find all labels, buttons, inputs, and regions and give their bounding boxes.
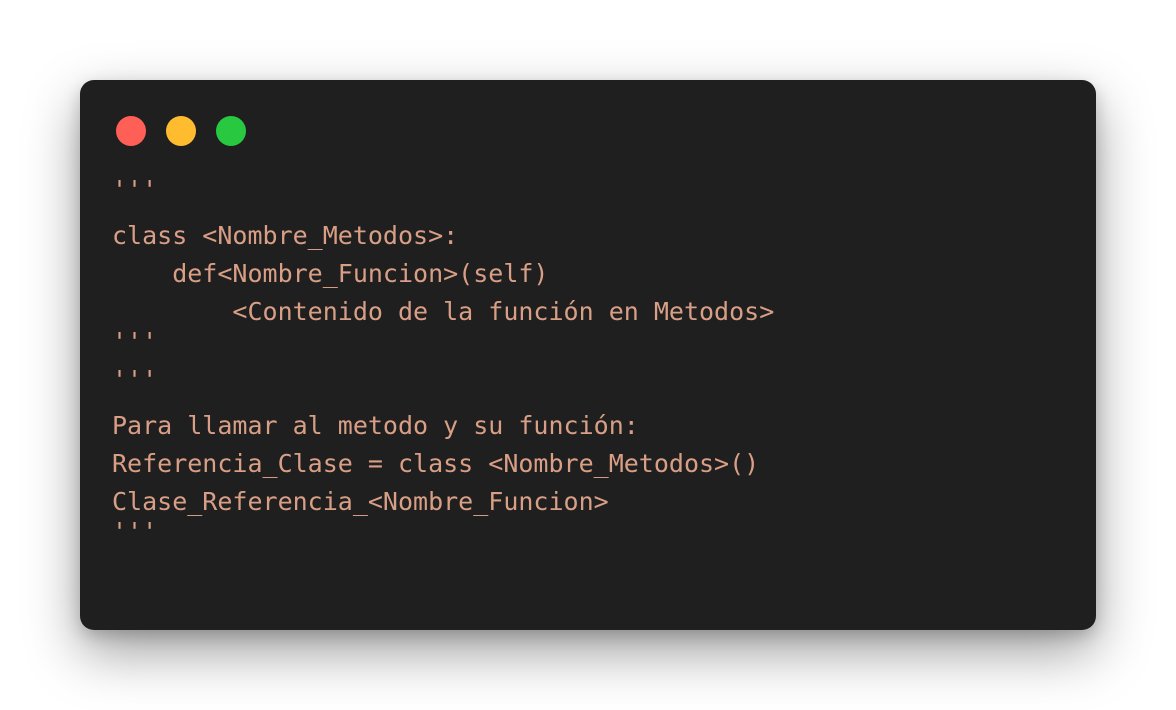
close-button[interactable]	[116, 116, 146, 146]
code-line: '''	[112, 175, 158, 204]
code-block: ''' class <Nombre_Metodos>: def<Nombre_F…	[112, 171, 774, 546]
code-line: Referencia_Clase = class <Nombre_Metodos…	[112, 449, 760, 478]
code-line: class <Nombre_Metodos>:	[112, 221, 459, 250]
code-line: '''	[112, 327, 158, 356]
code-window: ''' class <Nombre_Metodos>: def<Nombre_F…	[80, 80, 1096, 630]
code-line: Para llamar al metodo y su función:	[112, 411, 639, 440]
minimize-button[interactable]	[166, 116, 196, 146]
code-line: <Contenido de la función en Metodos>	[112, 297, 775, 326]
code-line: def<Nombre_Funcion>(self)	[112, 259, 549, 288]
maximize-button[interactable]	[216, 116, 246, 146]
code-line: Clase_Referencia_<Nombre_Funcion>	[112, 487, 609, 516]
window-controls	[116, 116, 246, 146]
code-line: '''	[112, 517, 158, 546]
code-line: '''	[112, 365, 158, 394]
